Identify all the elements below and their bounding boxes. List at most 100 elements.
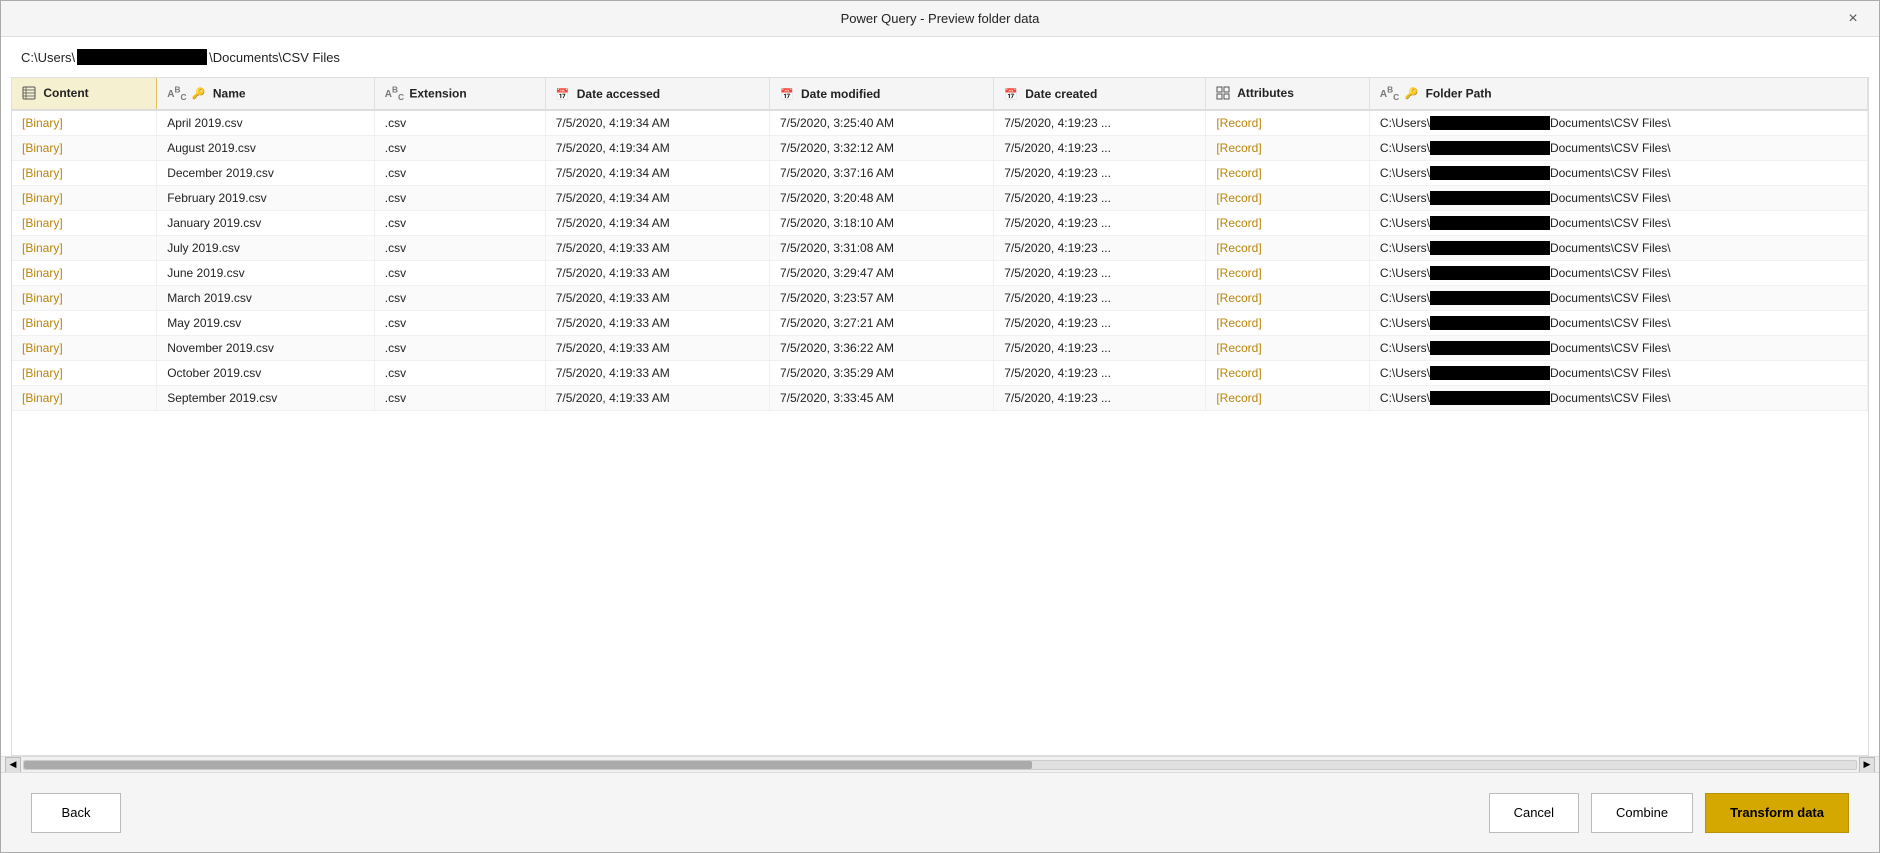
- col-header-attributes[interactable]: Attributes: [1206, 78, 1370, 110]
- folder-path-redacted: [1430, 391, 1550, 405]
- col-header-folder-path[interactable]: ABC 🔑 Folder Path: [1369, 78, 1867, 110]
- table-row: [Binary]November 2019.csv.csv7/5/2020, 4…: [12, 336, 1868, 361]
- col-header-date-accessed[interactable]: 📅 Date accessed: [545, 78, 769, 110]
- cell-extension: .csv: [374, 386, 545, 411]
- data-table: Content ABC 🔑 Name ABC Extension 📅: [12, 78, 1868, 411]
- cell-content[interactable]: [Binary]: [12, 261, 157, 286]
- cell-date-created: 7/5/2020, 4:19:23 ...: [994, 386, 1206, 411]
- folder-path-start: C:\Users\: [1380, 316, 1430, 330]
- cell-attributes[interactable]: [Record]: [1206, 211, 1370, 236]
- cell-date-accessed: 7/5/2020, 4:19:34 AM: [545, 211, 769, 236]
- col-header-date-modified[interactable]: 📅 Date modified: [769, 78, 993, 110]
- folder-path-end: Documents\CSV Files\: [1550, 341, 1671, 355]
- cell-date-modified: 7/5/2020, 3:27:21 AM: [769, 311, 993, 336]
- cell-date-modified: 7/5/2020, 3:36:22 AM: [769, 336, 993, 361]
- col-label-extension: Extension: [409, 86, 466, 100]
- cell-date-modified: 7/5/2020, 3:23:57 AM: [769, 286, 993, 311]
- cell-attributes[interactable]: [Record]: [1206, 386, 1370, 411]
- table-row: [Binary]May 2019.csv.csv7/5/2020, 4:19:3…: [12, 311, 1868, 336]
- cell-attributes[interactable]: [Record]: [1206, 311, 1370, 336]
- close-button[interactable]: ×: [1843, 9, 1863, 29]
- col-header-date-created[interactable]: 📅 Date created: [994, 78, 1206, 110]
- col-header-content[interactable]: Content: [12, 78, 157, 110]
- cell-name: November 2019.csv: [157, 336, 375, 361]
- back-button[interactable]: Back: [31, 793, 121, 833]
- data-table-container[interactable]: Content ABC 🔑 Name ABC Extension 📅: [11, 77, 1869, 756]
- transform-data-button[interactable]: Transform data: [1705, 793, 1849, 833]
- path-prefix: C:\Users\: [21, 50, 75, 65]
- table-row: [Binary]August 2019.csv.csv7/5/2020, 4:1…: [12, 136, 1868, 161]
- folder-path-redacted: [1430, 116, 1550, 130]
- cell-name: June 2019.csv: [157, 261, 375, 286]
- cell-name: April 2019.csv: [157, 110, 375, 136]
- cell-name: January 2019.csv: [157, 211, 375, 236]
- cell-date-modified: 7/5/2020, 3:31:08 AM: [769, 236, 993, 261]
- scroll-right-arrow[interactable]: ▶: [1859, 757, 1875, 773]
- cell-date-accessed: 7/5/2020, 4:19:34 AM: [545, 136, 769, 161]
- cell-date-accessed: 7/5/2020, 4:19:34 AM: [545, 161, 769, 186]
- folder-path-start: C:\Users\: [1380, 141, 1430, 155]
- table-header-row: Content ABC 🔑 Name ABC Extension 📅: [12, 78, 1868, 110]
- col-header-extension[interactable]: ABC Extension: [374, 78, 545, 110]
- cell-content[interactable]: [Binary]: [12, 311, 157, 336]
- cell-attributes[interactable]: [Record]: [1206, 236, 1370, 261]
- cell-content[interactable]: [Binary]: [12, 286, 157, 311]
- cell-folder-path: C:\Users\Documents\CSV Files\: [1369, 110, 1867, 136]
- cell-date-accessed: 7/5/2020, 4:19:33 AM: [545, 336, 769, 361]
- cell-date-modified: 7/5/2020, 3:35:29 AM: [769, 361, 993, 386]
- folder-path-start: C:\Users\: [1380, 241, 1430, 255]
- cell-attributes[interactable]: [Record]: [1206, 361, 1370, 386]
- cell-content[interactable]: [Binary]: [12, 386, 157, 411]
- cell-date-accessed: 7/5/2020, 4:19:33 AM: [545, 236, 769, 261]
- col-header-name[interactable]: ABC 🔑 Name: [157, 78, 375, 110]
- cell-extension: .csv: [374, 110, 545, 136]
- dialog-window: Power Query - Preview folder data × C:\U…: [0, 0, 1880, 853]
- cell-attributes[interactable]: [Record]: [1206, 161, 1370, 186]
- cell-attributes[interactable]: [Record]: [1206, 336, 1370, 361]
- horizontal-scrollbar[interactable]: ◀ ▶: [1, 756, 1879, 772]
- cell-name: July 2019.csv: [157, 236, 375, 261]
- cell-name: December 2019.csv: [157, 161, 375, 186]
- folder-path-redacted: [1430, 366, 1550, 380]
- table-row: [Binary]July 2019.csv.csv7/5/2020, 4:19:…: [12, 236, 1868, 261]
- col-label-date-created: Date created: [1025, 87, 1097, 101]
- folder-path-redacted: [1430, 291, 1550, 305]
- cell-date-accessed: 7/5/2020, 4:19:33 AM: [545, 361, 769, 386]
- cell-content[interactable]: [Binary]: [12, 236, 157, 261]
- cell-name: October 2019.csv: [157, 361, 375, 386]
- scroll-track[interactable]: [23, 760, 1857, 770]
- footer-right: Cancel Combine Transform data: [1489, 793, 1849, 833]
- cell-attributes[interactable]: [Record]: [1206, 261, 1370, 286]
- folder-path-start: C:\Users\: [1380, 266, 1430, 280]
- cell-content[interactable]: [Binary]: [12, 211, 157, 236]
- cell-content[interactable]: [Binary]: [12, 136, 157, 161]
- folder-path-start: C:\Users\: [1380, 366, 1430, 380]
- scroll-thumb[interactable]: [24, 761, 1032, 769]
- cell-name: May 2019.csv: [157, 311, 375, 336]
- cell-name: September 2019.csv: [157, 386, 375, 411]
- folder-path-start: C:\Users\: [1380, 191, 1430, 205]
- cell-content[interactable]: [Binary]: [12, 186, 157, 211]
- cell-attributes[interactable]: [Record]: [1206, 110, 1370, 136]
- cell-content[interactable]: [Binary]: [12, 361, 157, 386]
- cell-date-accessed: 7/5/2020, 4:19:34 AM: [545, 110, 769, 136]
- cell-date-accessed: 7/5/2020, 4:19:33 AM: [545, 386, 769, 411]
- cell-content[interactable]: [Binary]: [12, 110, 157, 136]
- cell-date-modified: 7/5/2020, 3:20:48 AM: [769, 186, 993, 211]
- cell-attributes[interactable]: [Record]: [1206, 136, 1370, 161]
- combine-button[interactable]: Combine: [1591, 793, 1693, 833]
- folder-path-end: Documents\CSV Files\: [1550, 241, 1671, 255]
- folder-path-end: Documents\CSV Files\: [1550, 216, 1671, 230]
- cell-name: March 2019.csv: [157, 286, 375, 311]
- cell-attributes[interactable]: [Record]: [1206, 186, 1370, 211]
- col-label-folder-path: Folder Path: [1426, 86, 1492, 100]
- path-suffix: \Documents\CSV Files: [209, 50, 340, 65]
- cell-content[interactable]: [Binary]: [12, 336, 157, 361]
- cancel-button[interactable]: Cancel: [1489, 793, 1579, 833]
- scroll-left-arrow[interactable]: ◀: [5, 757, 21, 773]
- cell-content[interactable]: [Binary]: [12, 161, 157, 186]
- cell-attributes[interactable]: [Record]: [1206, 286, 1370, 311]
- cell-date-modified: 7/5/2020, 3:32:12 AM: [769, 136, 993, 161]
- cell-folder-path: C:\Users\Documents\CSV Files\: [1369, 286, 1867, 311]
- table-row: [Binary]April 2019.csv.csv7/5/2020, 4:19…: [12, 110, 1868, 136]
